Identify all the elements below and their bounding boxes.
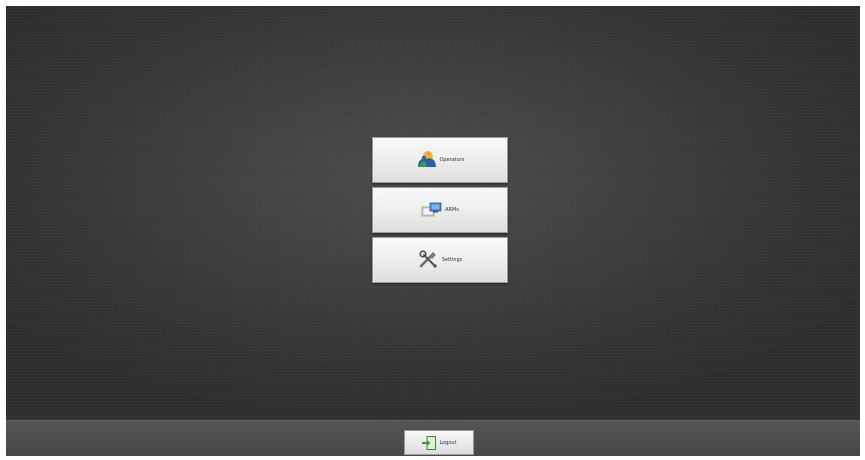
footer-bar: Logout [6, 420, 860, 456]
arms-button[interactable]: ARMs [372, 187, 508, 233]
settings-icon [418, 250, 440, 270]
settings-button[interactable]: Settings [372, 237, 508, 283]
settings-label: Settings [441, 257, 463, 263]
logout-icon [421, 435, 437, 451]
operators-label: Operators [439, 157, 465, 163]
arms-icon [421, 201, 443, 219]
logout-label: Logout [439, 439, 457, 446]
arms-label: ARMs [445, 207, 459, 213]
logout-button[interactable]: Logout [404, 430, 474, 455]
main-menu: Operators ARMs Settings [372, 137, 508, 287]
operators-button[interactable]: Operators [372, 137, 508, 183]
app-window: Operators ARMs Settings Logout [6, 6, 860, 456]
operators-icon [416, 150, 438, 170]
